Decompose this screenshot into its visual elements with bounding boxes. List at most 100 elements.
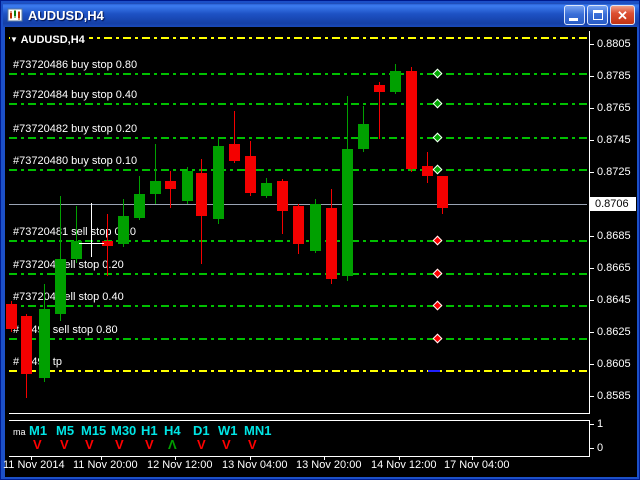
order-line-label[interactable]: #73720480 buy stop 0.10 [13,155,137,167]
symbol-period-label[interactable]: ▼ AUDUSD,H4 [10,33,89,47]
price-axis-label[interactable]: 0.8785 [597,70,631,82]
price-axis-label[interactable]: 0.8585 [597,390,631,402]
time-tick [399,456,400,460]
candle-body [213,146,224,219]
time-axis-label[interactable]: 11 Nov 20:00 [73,459,138,471]
timeframe-label-h1: H1 [141,424,158,438]
price-axis-label[interactable]: 0.8745 [597,134,631,146]
candle-body [277,181,288,211]
candle-wick [155,144,156,204]
price-tick [589,44,594,45]
sub-scale-label: 0 [597,442,603,454]
time-tick [101,456,102,460]
candle-body [374,85,385,92]
time-axis-label[interactable]: 13 Nov 04:00 [222,459,287,471]
chart-stage: #73720486 buy stop 0.80 #73720484 buy sto… [1,1,640,480]
order-line-label[interactable]: #73720486 buy stop 0.80 [13,59,137,71]
order-line[interactable] [9,273,587,275]
sub-scale-label: 1 [597,418,603,430]
candle-body [39,309,50,378]
order-line-label[interactable]: #73720484 buy stop 0.40 [13,89,137,101]
order-line[interactable] [9,169,587,171]
time-tick [31,456,32,460]
time-axis-label[interactable]: 11 Nov 2014 [3,459,65,471]
time-tick [472,456,473,460]
order-line[interactable] [9,73,587,75]
timeframe-label-mn1: MN1 [244,424,271,438]
candle-body [261,183,272,196]
candle-body [358,124,369,149]
time-axis-label[interactable]: 17 Nov 04:00 [444,459,509,471]
candle-wick [170,171,171,208]
order-marker-diamond-icon[interactable] [433,165,443,175]
candle-body [422,166,433,176]
time-axis-label[interactable]: 13 Nov 20:00 [296,459,361,471]
candle-body [196,173,207,216]
candle-body [406,71,417,169]
order-line-label[interactable]: #73720482 buy stop 0.20 [13,123,137,135]
indicator-name-label: ma [13,427,26,437]
signal-arrow-down-icon: V [60,438,69,452]
price-tick [589,172,594,173]
current-price-tag: 0.8706 [590,197,636,211]
mt4-chart-window: AUDUSD,H4 ✕ #73720486 buy stop 0.80#7372… [0,0,640,480]
candle-body [55,259,66,314]
order-marker-diamond-icon[interactable] [433,301,443,311]
time-axis-label[interactable]: 12 Nov 12:00 [147,459,212,471]
price-axis-label[interactable]: 0.8665 [597,262,631,274]
price-axis-border [589,31,590,413]
order-marker-diamond-icon[interactable] [433,334,443,344]
price-axis-label[interactable]: 0.8625 [597,326,631,338]
subwindow-bottom-border [9,456,590,457]
price-axis-label[interactable]: 0.8685 [597,230,631,242]
order-marker-diamond-icon[interactable] [433,133,443,143]
price-axis-label[interactable]: 0.8805 [597,38,631,50]
price-axis-label[interactable]: 0.8765 [597,102,631,114]
timeframe-label-d1: D1 [193,424,210,438]
sub-scale-tick [589,448,594,449]
crosshair-icon [91,203,92,257]
price-axis-label[interactable]: 0.8725 [597,166,631,178]
candle-body [21,316,32,374]
order-marker-diamond-icon[interactable] [433,69,443,79]
timeframe-label-m5: M5 [56,424,74,438]
order-line[interactable] [9,305,587,307]
subwindow-top-border [9,420,590,421]
order-line[interactable] [9,370,587,372]
price-tick [589,396,594,397]
price-tick [589,268,594,269]
price-tick [589,300,594,301]
signal-arrow-down-icon: V [222,438,231,452]
candle-body [150,181,161,194]
price-axis-label[interactable]: 0.8645 [597,294,631,306]
chart-dropdown-icon: ▼ [10,35,18,44]
time-tick [250,456,251,460]
signal-arrow-down-icon: V [145,438,154,452]
signal-arrow-down-icon: V [197,438,206,452]
candle-body [293,206,304,244]
order-line[interactable] [9,103,587,105]
subwindow-axis-border [589,420,590,457]
timeframe-label-w1: W1 [218,424,238,438]
candle-body [134,194,145,218]
candle-body [182,171,193,201]
order-line-label[interactable]: #737204 sell stop 0.40 [13,291,124,303]
candle-body [342,149,353,276]
timeframe-label-m30: M30 [111,424,136,438]
time-axis-label[interactable]: 14 Nov 12:00 [371,459,436,471]
price-tick [589,108,594,109]
candle-body [118,216,129,244]
candle-body [326,208,337,279]
price-tick [589,140,594,141]
order-marker-diamond-icon[interactable] [433,99,443,109]
order-line[interactable] [9,338,587,340]
order-marker-diamond-icon[interactable] [433,269,443,279]
signal-arrow-down-icon: V [85,438,94,452]
price-tick [589,332,594,333]
order-line[interactable] [9,37,587,39]
signal-arrow-down-icon: V [115,438,124,452]
order-line[interactable] [9,137,587,139]
price-axis-label[interactable]: 0.8605 [597,358,631,370]
order-marker-diamond-icon[interactable] [433,236,443,246]
main-chart-bottom-border [9,413,590,414]
